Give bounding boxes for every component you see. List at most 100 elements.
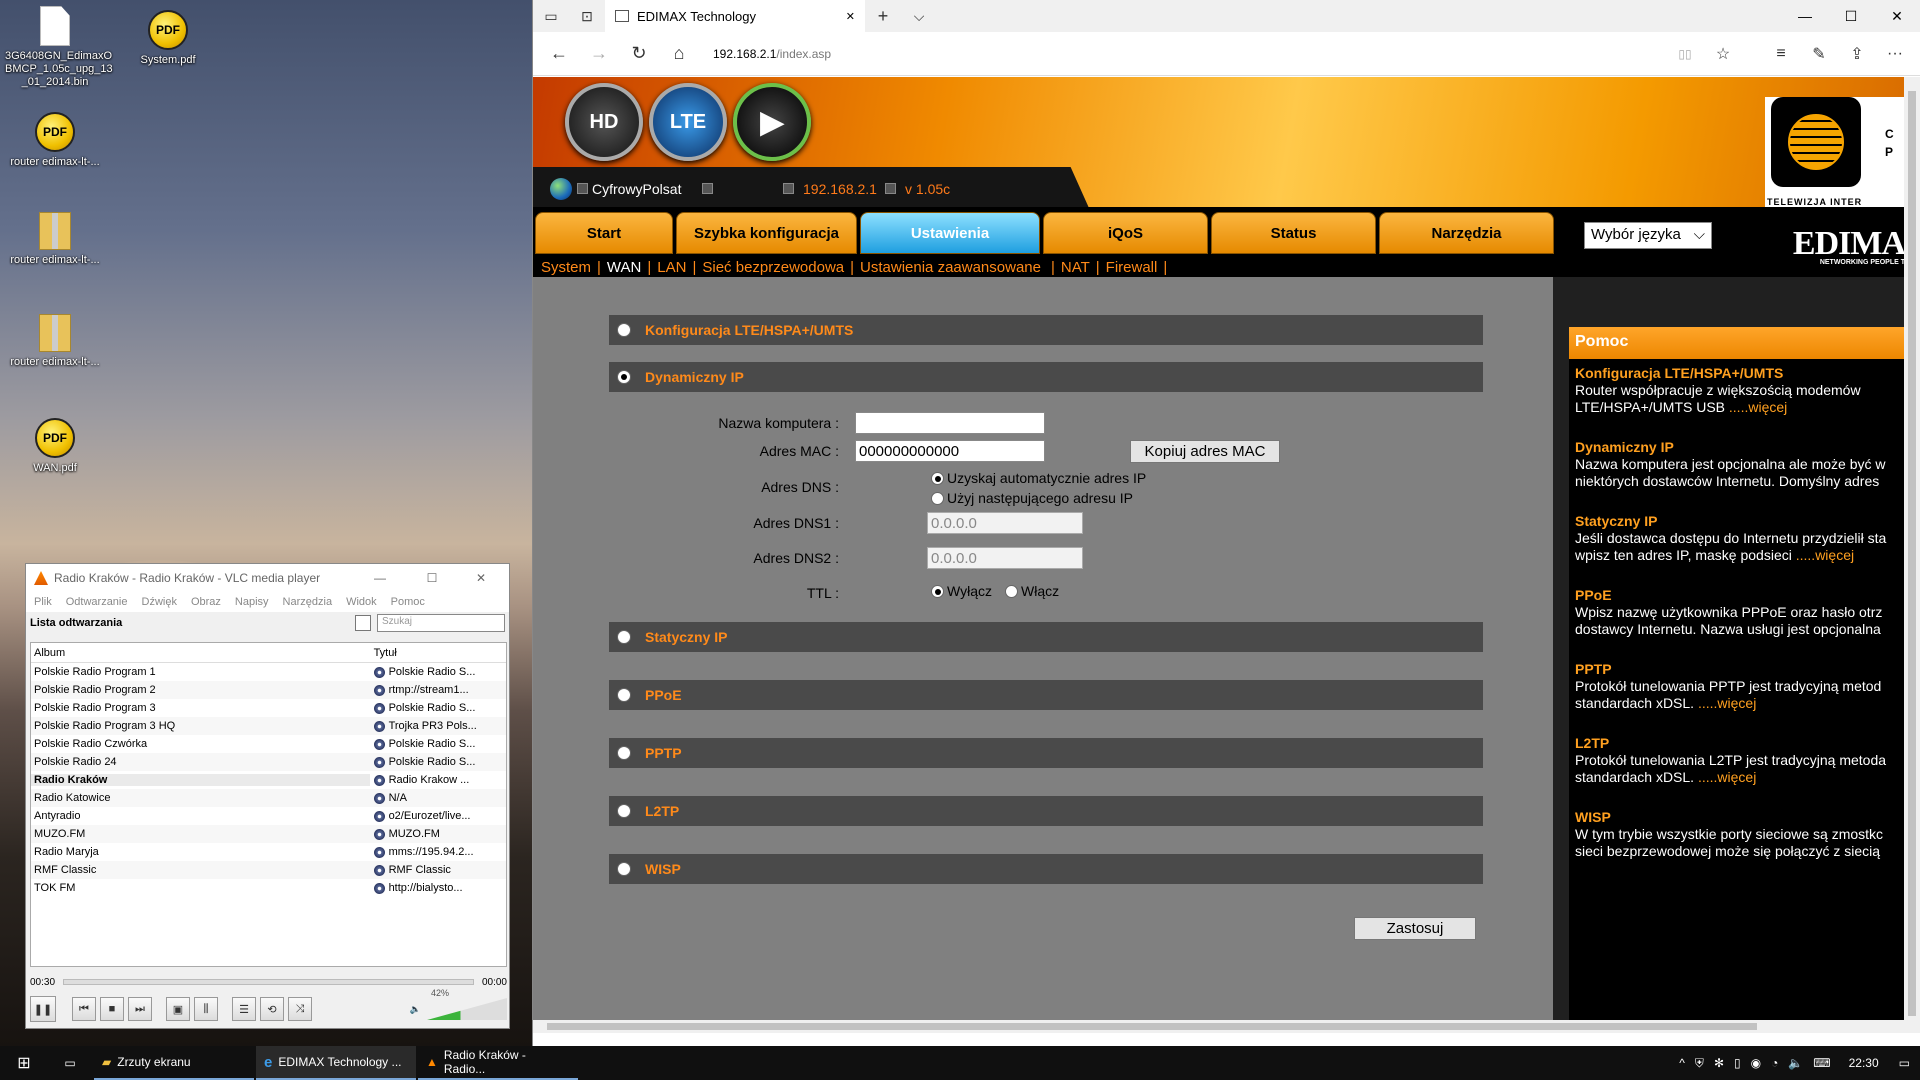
taskbar-item-vlc[interactable]: ▲ Radio Kraków - Radio... [418,1046,578,1080]
browser-tab-edimax[interactable]: EDIMAX Technology ✕ [605,0,865,32]
more-link[interactable]: .....więcej [1698,769,1756,785]
taskbar-item-edge[interactable]: e EDIMAX Technology ... [256,1046,416,1080]
shuffle-button[interactable]: ⤨ [288,997,312,1021]
apply-button[interactable]: Zastosuj [1354,917,1476,940]
extended-settings-button[interactable]: ⫼ [194,997,218,1021]
reading-view-icon[interactable]: ▯▯ [1666,36,1704,72]
desktop-icon-wan-pdf[interactable]: PDF WAN.pdf [5,418,105,475]
radio-static-ip[interactable] [617,630,631,644]
app-tray-icon[interactable]: ✻ [1714,1056,1724,1070]
tab-iqos[interactable]: iQoS [1043,212,1208,254]
more-link[interactable]: .....więcej [1796,547,1854,563]
subnav-system[interactable]: System [541,259,591,276]
playlist-row[interactable]: Radio Katowice N/A [31,789,506,807]
dns2-field[interactable]: 0.0.0.0 [927,547,1083,569]
stop-button[interactable]: ■ [100,997,124,1021]
section-pptp[interactable]: PPTP [609,738,1483,768]
volume-slider[interactable] [427,998,507,1020]
home-icon[interactable]: ⌂ [659,36,699,72]
hostname-field[interactable] [855,412,1045,434]
set-aside-tabs-icon[interactable]: ⊡ [569,0,605,32]
tab-settings[interactable]: Ustawienia [860,212,1040,254]
language-select[interactable]: Wybór języka ⌵ [1584,222,1712,249]
seek-slider[interactable] [63,979,474,985]
defender-icon[interactable]: ⛨ [1695,1056,1704,1071]
radio-dns-auto[interactable] [931,471,944,485]
scrollbar-thumb[interactable] [1908,91,1916,1016]
playlist-row[interactable]: Polskie Radio Program 3 Polskie Radio S..… [31,699,506,717]
sync-icon[interactable]: ◉ [1751,1056,1761,1070]
column-album[interactable]: Album [31,647,370,659]
speaker-icon[interactable]: 🔈 [410,1004,421,1015]
radio-ttl-off[interactable] [931,584,944,598]
previous-button[interactable]: ⏮ [72,997,96,1021]
refresh-icon[interactable]: ↻ [619,36,659,72]
tab-tools[interactable]: Narzędzia [1379,212,1554,254]
menu-tools[interactable]: Narzędzia [283,596,333,608]
section-static-ip[interactable]: Statyczny IP [609,622,1483,652]
menu-file[interactable]: Plik [34,596,52,608]
vertical-scrollbar[interactable] [1904,77,1920,1033]
close-button[interactable]: ✕ [461,571,501,585]
subnav-advanced[interactable]: Ustawienia zaawansowane [860,259,1041,276]
playlist-row[interactable]: Polskie Radio 24 Polskie Radio S... [31,753,506,771]
menu-help[interactable]: Pomoc [391,596,425,608]
subnav-wireless[interactable]: Sieć bezprzewodowa [702,259,844,276]
horizontal-scrollbar[interactable] [533,1020,1905,1033]
new-tab-icon[interactable]: + [865,0,901,32]
section-wisp[interactable]: WISP [609,854,1483,884]
play-button[interactable]: ▶ [733,83,811,161]
tab-quick-setup[interactable]: Szybka konfiguracja [676,212,857,254]
task-view-button[interactable]: ▭ [48,1046,92,1080]
tab-preview-icon[interactable]: ▭ [533,0,569,32]
playlist-toggle-button[interactable]: ☰ [232,997,256,1021]
section-ppoe[interactable]: PPoE [609,680,1483,710]
desktop-icon-system-pdf[interactable]: PDF System.pdf [118,10,218,67]
subnav-wan[interactable]: WAN [607,259,641,276]
radio-dynamic-ip[interactable] [617,370,631,384]
radio-ppoe[interactable] [617,688,631,702]
taskbar-item-explorer[interactable]: ▰ Zrzuty ekranu [94,1046,254,1080]
ttl-off-option[interactable]: Wyłącz [931,583,992,599]
menu-playback[interactable]: Odtwarzanie [66,596,128,608]
mac-field[interactable]: 000000000000 [855,440,1045,462]
playlist-search-input[interactable]: Szukaj [377,614,505,632]
subnav-lan[interactable]: LAN [657,259,686,276]
menu-audio[interactable]: Dźwięk [142,596,177,608]
help-heading[interactable]: L2TP [1575,735,1899,752]
more-link[interactable]: .....więcej [1729,399,1787,415]
hd-button[interactable]: HD [565,83,643,161]
playlist-row[interactable]: Polskie Radio Program 3 HQ Trojka PR3 Pol… [31,717,506,735]
help-heading[interactable]: PPTP [1575,661,1899,678]
radio-l2tp[interactable] [617,804,631,818]
dns1-field[interactable]: 0.0.0.0 [927,512,1083,534]
next-button[interactable]: ⏭ [128,997,152,1021]
minimize-button[interactable]: — [1782,0,1828,32]
maximize-button[interactable]: ☐ [1828,0,1874,32]
tab-list-icon[interactable]: ⌵ [901,0,937,32]
playlist-row[interactable]: Polskie Radio Program 2 rtmp://stream1... [31,681,506,699]
tab-start[interactable]: Start [535,212,673,254]
playlist-row[interactable]: Radio Maryja mms://195.94.2... [31,843,506,861]
back-icon[interactable]: ← [539,36,579,72]
minimize-button[interactable]: — [357,571,403,585]
battery-icon[interactable]: ▯ [1734,1056,1741,1070]
scrollbar-thumb[interactable] [547,1023,1757,1030]
subnav-nat[interactable]: NAT [1061,259,1090,276]
dns-manual-option[interactable]: Użyj następującego adresu IP [931,490,1133,506]
menu-view[interactable]: Widok [346,596,377,608]
forward-icon[interactable]: → [579,36,619,72]
copy-mac-button[interactable]: Kopiuj adres MAC [1130,440,1280,463]
radio-ttl-on[interactable] [1005,584,1018,598]
playlist-row[interactable]: TOK FM http://bialysto... [31,879,506,897]
tray-overflow-icon[interactable]: ^ [1679,1056,1685,1070]
playlist-row-playing[interactable]: Radio Kraków Radio Krakow ... [31,771,506,789]
volume-icon[interactable]: 🔈 [1788,1056,1803,1070]
column-title[interactable]: Tytuł [370,647,506,659]
wifi-icon[interactable]: ◔ [1771,1056,1778,1070]
playlist-row[interactable]: Antyradio o2/Eurozet/live... [31,807,506,825]
share-icon[interactable]: ⇪ [1838,36,1876,72]
section-l2tp[interactable]: L2TP [609,796,1483,826]
desktop-icon-router-pdf[interactable]: PDF router edimax-lt-... [5,112,105,169]
help-heading[interactable]: Statyczny IP [1575,513,1899,530]
